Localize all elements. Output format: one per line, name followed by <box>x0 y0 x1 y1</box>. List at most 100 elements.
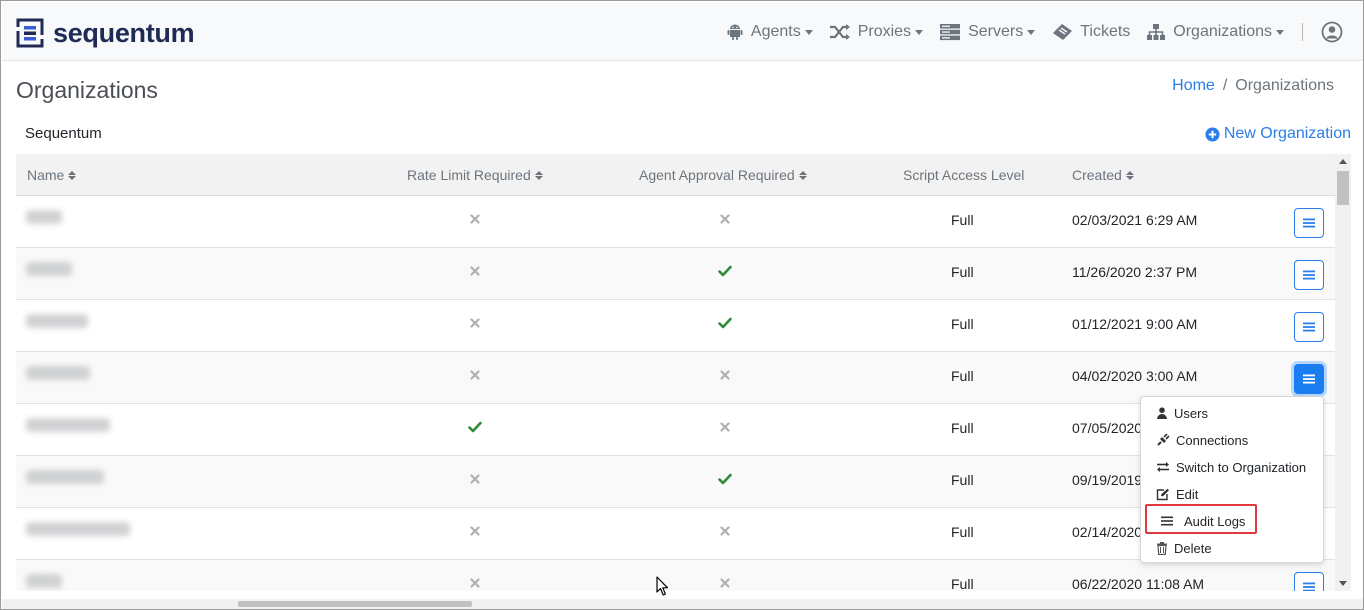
server-icon <box>940 23 961 40</box>
nav-servers-label: Servers <box>968 22 1024 40</box>
user-circle-icon <box>1321 21 1343 42</box>
times-icon <box>468 575 482 591</box>
script-access-level: Full <box>951 576 974 591</box>
android-icon <box>727 24 743 40</box>
script-access-level: Full <box>951 420 974 436</box>
organization-name-redacted[interactable] <box>26 262 72 276</box>
check-icon <box>468 419 482 435</box>
user-menu[interactable] <box>1315 2 1363 61</box>
menu-item-delete[interactable]: Delete <box>1156 538 1212 558</box>
menu-item-edit[interactable]: Edit <box>1156 484 1198 504</box>
times-icon <box>468 315 482 331</box>
times-icon <box>718 211 732 227</box>
plug-icon <box>1157 433 1170 446</box>
created-date: 01/12/2021 9:00 AM <box>1072 316 1198 332</box>
scrollbar-thumb[interactable] <box>1337 171 1349 205</box>
breadcrumb: Home / Organizations <box>1172 77 1334 95</box>
table-row[interactable]: Full 06/22/2020 11:08 AM <box>16 560 1335 591</box>
scroll-up-icon[interactable] <box>1339 159 1347 164</box>
organization-name-redacted[interactable] <box>26 314 88 328</box>
table-row[interactable]: Full 04/02/2020 3:00 AM <box>16 352 1335 404</box>
page-title: Organizations <box>16 77 158 103</box>
times-icon <box>468 471 482 487</box>
table-row[interactable]: Full 11/26/2020 2:37 PM <box>16 248 1335 300</box>
times-icon <box>468 523 482 539</box>
organization-name-redacted[interactable] <box>26 366 90 380</box>
scroll-down-icon[interactable] <box>1339 581 1347 586</box>
ticket-icon <box>1053 23 1073 40</box>
column-header-rate-limit[interactable]: Rate Limit Required <box>407 167 543 183</box>
nav-agents[interactable]: Agents <box>718 2 821 61</box>
brand[interactable]: sequentum <box>16 16 195 50</box>
table-row[interactable]: Full 07/05/2020 <box>16 404 1335 456</box>
organizations-table: Name Rate Limit Required Agent Approval … <box>16 154 1335 591</box>
scrollbar-thumb[interactable] <box>238 601 472 607</box>
script-access-level: Full <box>951 316 974 332</box>
sort-icon <box>1125 170 1134 180</box>
column-header-name[interactable]: Name <box>27 167 77 183</box>
script-access-level: Full <box>951 212 974 228</box>
sort-icon <box>68 170 77 180</box>
user-icon <box>1157 407 1167 419</box>
times-icon <box>468 263 482 279</box>
nav-menu: Agents Proxies Servers Tickets Organizat… <box>718 2 1363 61</box>
nav-organizations-label: Organizations <box>1173 22 1272 40</box>
organization-name-redacted[interactable] <box>26 210 62 224</box>
row-actions-button[interactable] <box>1294 364 1324 394</box>
new-organization-label: New Organization <box>1223 125 1351 142</box>
row-actions-button[interactable] <box>1294 572 1324 591</box>
times-icon <box>718 367 732 383</box>
breadcrumb-separator: / <box>1222 77 1228 94</box>
table-row[interactable]: Full 02/03/2021 6:29 AM <box>16 196 1335 248</box>
horizontal-scrollbar[interactable] <box>2 599 1363 609</box>
table-row[interactable]: Full 02/14/2020 <box>16 508 1335 560</box>
created-date: 04/02/2020 3:00 AM <box>1072 368 1198 384</box>
chevron-down-icon <box>915 29 924 35</box>
script-access-level: Full <box>951 368 974 384</box>
top-navbar: sequentum Agents Proxies Servers Tickets… <box>2 2 1363 61</box>
script-access-level: Full <box>951 524 974 540</box>
bars-icon <box>1303 374 1315 384</box>
created-date: 09/19/2019 <box>1072 472 1143 488</box>
bars-icon <box>1303 322 1315 332</box>
organization-name-redacted[interactable] <box>26 574 62 588</box>
menu-item-connections[interactable]: Connections <box>1156 430 1248 450</box>
times-icon <box>718 419 732 435</box>
nav-agents-label: Agents <box>750 22 801 40</box>
nav-divider <box>1302 22 1303 41</box>
exchange-icon <box>1157 462 1169 472</box>
row-actions-button[interactable] <box>1294 260 1324 290</box>
audit-logs-highlight-box <box>1145 504 1257 534</box>
organization-name: Sequentum <box>25 125 102 142</box>
vertical-scrollbar[interactable] <box>1335 154 1351 591</box>
column-header-agent-approval[interactable]: Agent Approval Required <box>639 167 807 183</box>
plus-circle-icon <box>1205 127 1220 141</box>
mouse-cursor-icon <box>656 576 669 596</box>
menu-item-switch-organization[interactable]: Switch to Organization <box>1156 457 1306 477</box>
check-icon <box>718 471 732 487</box>
nav-organizations[interactable]: Organizations <box>1138 2 1292 61</box>
organization-name-redacted[interactable] <box>26 522 130 536</box>
check-icon <box>718 263 732 279</box>
chevron-down-icon <box>1276 29 1284 35</box>
organization-name-redacted[interactable] <box>26 470 104 484</box>
app-window: sequentum Agents Proxies Servers Tickets… <box>0 0 1364 610</box>
menu-item-users[interactable]: Users <box>1156 403 1208 423</box>
sitemap-icon <box>1147 23 1166 40</box>
organization-name-redacted[interactable] <box>26 418 110 432</box>
trash-icon <box>1157 541 1167 555</box>
table-row[interactable]: Full 01/12/2021 9:00 AM <box>16 300 1335 352</box>
sort-icon <box>798 170 807 180</box>
breadcrumb-home[interactable]: Home <box>1172 77 1215 95</box>
nav-proxies[interactable]: Proxies <box>821 2 931 61</box>
nav-servers[interactable]: Servers <box>931 2 1043 61</box>
column-header-script-access: Script Access Level <box>903 167 1025 183</box>
nav-tickets[interactable]: Tickets <box>1043 2 1138 61</box>
table-row[interactable]: Full 09/19/2019 <box>16 456 1335 508</box>
sequentum-logo-icon <box>16 18 44 48</box>
table-header: Name Rate Limit Required Agent Approval … <box>16 154 1335 196</box>
row-actions-button[interactable] <box>1294 312 1324 342</box>
row-actions-button[interactable] <box>1294 208 1324 238</box>
column-header-created[interactable]: Created <box>1072 167 1134 183</box>
new-organization-button[interactable]: New Organization <box>1205 125 1351 143</box>
